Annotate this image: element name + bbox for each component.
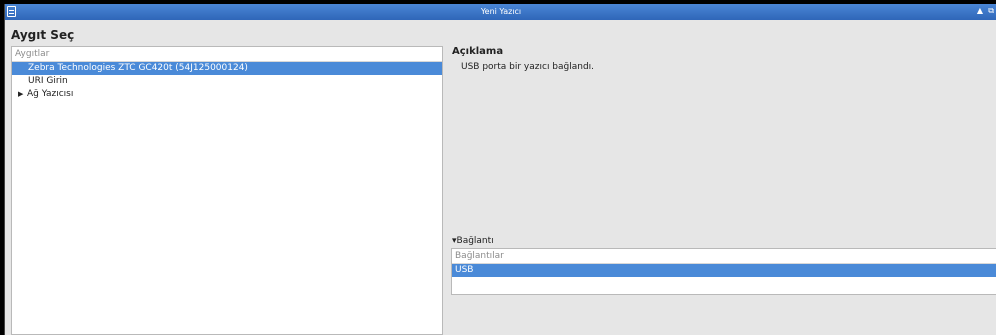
expand-arrow-icon[interactable]: ▶ [18,88,27,101]
device-item-label: Ağ Yazıcısı [27,89,74,99]
description-text: USB porta bir yazıcı bağlandı. [461,62,595,72]
device-item-zebra[interactable]: Zebra Technologies ZTC GC420t (54J125000… [12,62,442,75]
connection-expander[interactable]: ▾Bağlantı [452,236,494,246]
device-item-enter-uri[interactable]: URI Girin [12,75,442,88]
new-printer-window: Yeni Yazıcı ▲ ⧉ Aygıt Seç Aygıtlar Zebra… [4,4,996,335]
description-title: Açıklama [452,46,504,57]
keep-above-icon[interactable]: ▲ [977,6,983,15]
device-item-label: Zebra Technologies ZTC GC420t (54J125000… [28,63,248,73]
title-bar[interactable]: Yeni Yazıcı ▲ ⧉ [5,4,996,20]
window-title: Yeni Yazıcı [480,7,522,16]
connection-column-header[interactable]: Bağlantılar [452,249,996,264]
connection-item-usb[interactable]: USB [452,264,996,277]
device-item-network-printer[interactable]: ▶ Ağ Yazıcısı [12,88,442,101]
device-list[interactable]: Aygıtlar Zebra Technologies ZTC GC420t (… [11,46,443,335]
device-column-header[interactable]: Aygıtlar [12,47,442,62]
restore-icon[interactable]: ⧉ [988,6,994,16]
connection-item-label: USB [455,265,474,275]
device-item-label: URI Girin [28,76,68,86]
page-title: Aygıt Seç [11,28,75,42]
connection-list[interactable]: Bağlantılar USB [451,248,996,295]
